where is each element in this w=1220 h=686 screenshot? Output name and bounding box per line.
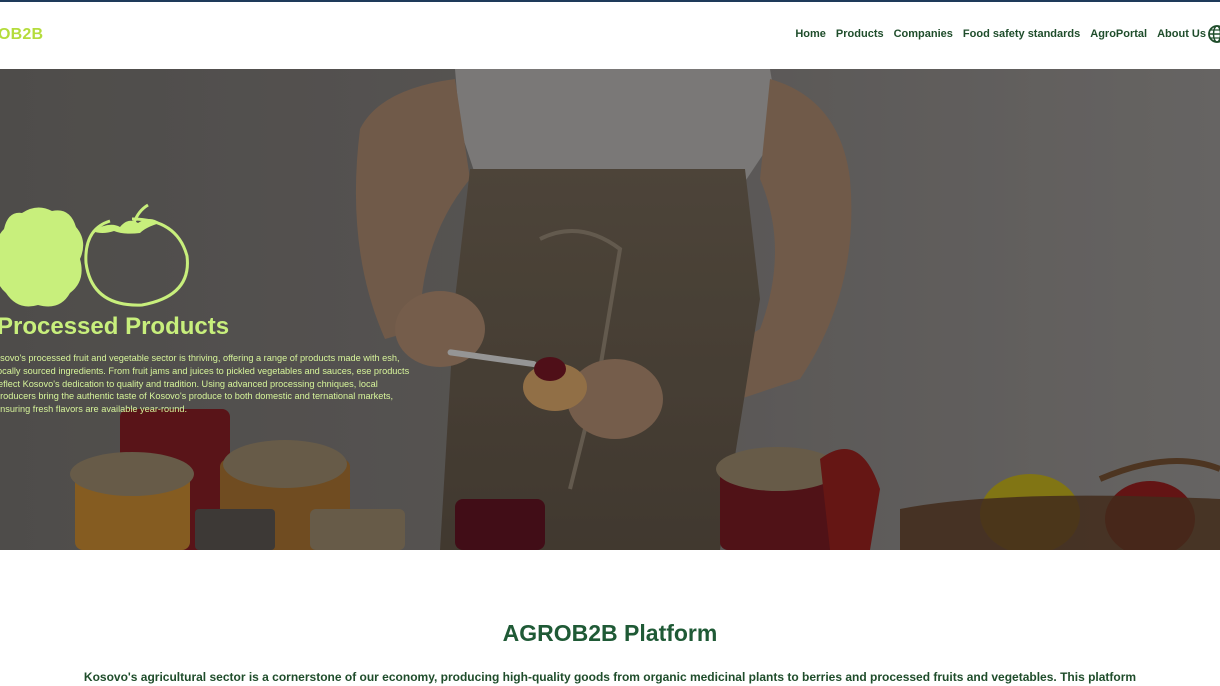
platform-description: Kosovo's agricultural sector is a corner… — [83, 670, 1137, 684]
nav-agroportal[interactable]: AgroPortal — [1090, 28, 1147, 40]
raspberry-icon — [0, 207, 84, 307]
site-header: OB2B Home Products Companies Food safety… — [0, 2, 1220, 69]
nav-products[interactable]: Products — [836, 28, 884, 40]
hero-banner: Processed Products osovo's processed fru… — [0, 69, 1220, 550]
hero-title: Processed Products — [0, 313, 230, 340]
fruit-icons — [0, 203, 189, 307]
nav-about-us[interactable]: About Us — [1157, 28, 1206, 40]
tomato-icon — [84, 203, 189, 307]
hero-description: osovo's processed fruit and vegetable se… — [0, 353, 410, 415]
nav-home[interactable]: Home — [795, 28, 826, 40]
site-logo[interactable]: OB2B — [0, 26, 43, 44]
platform-title: AGROB2B Platform — [502, 620, 718, 646]
globe-icon[interactable] — [1208, 25, 1220, 43]
nav-companies[interactable]: Companies — [894, 28, 953, 40]
platform-section: AGROB2B Platform Kosovo's agricultural s… — [0, 550, 1220, 686]
nav-food-safety-standards[interactable]: Food safety standards — [963, 28, 1080, 40]
main-navigation: Home Products Companies Food safety stan… — [795, 28, 1206, 40]
